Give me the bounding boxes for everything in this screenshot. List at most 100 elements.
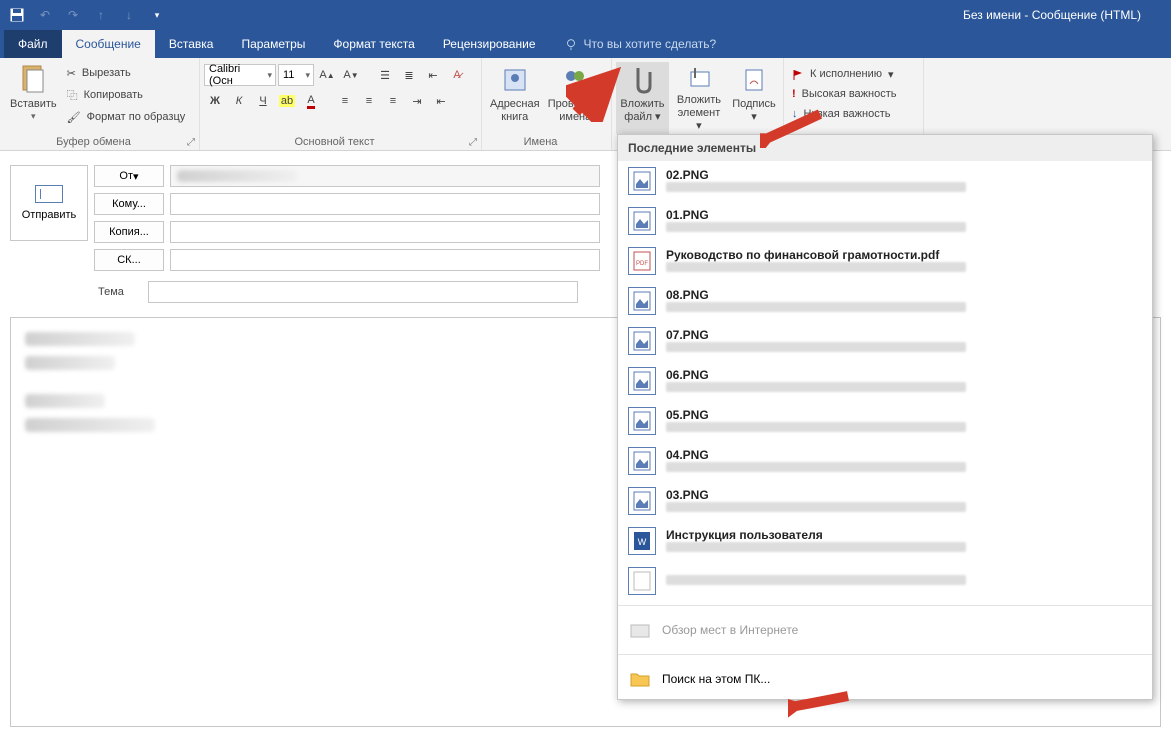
font-name-combo[interactable]: Calibri (Осн — [204, 64, 276, 86]
copy-icon: ⿻ — [67, 87, 78, 103]
cc-input[interactable] — [170, 221, 600, 243]
redo-icon[interactable]: ↷ — [64, 6, 82, 24]
svg-text:PDF: PDF — [636, 261, 648, 267]
flag-icon — [792, 68, 804, 80]
tab-review[interactable]: Рецензирование — [429, 30, 550, 58]
cc-button[interactable]: Копия... — [94, 221, 164, 243]
align-center-button[interactable]: ≡ — [358, 90, 380, 112]
recent-item-path — [666, 575, 966, 587]
grow-font-button[interactable]: A▲ — [316, 64, 338, 86]
recent-item[interactable]: 06.PNG — [618, 361, 1152, 401]
recent-item[interactable]: 03.PNG — [618, 481, 1152, 521]
clipboard-launcher[interactable]: ⤢ — [185, 136, 197, 148]
qat-more-icon[interactable]: ▾ — [148, 6, 166, 24]
high-importance-button[interactable]: !Высокая важность — [788, 84, 919, 104]
annotation-arrow-3 — [788, 688, 858, 728]
bcc-button[interactable]: СК... — [94, 249, 164, 271]
bulb-icon — [564, 37, 578, 51]
save-icon[interactable] — [8, 6, 26, 24]
font-size-combo[interactable]: 11 — [278, 64, 314, 86]
tab-options[interactable]: Параметры — [227, 30, 319, 58]
quick-access-toolbar: ↶ ↷ ↑ ↓ ▾ — [0, 6, 166, 24]
recent-item-path — [666, 502, 966, 514]
up-icon[interactable]: ↑ — [92, 6, 110, 24]
paperclip-icon — [626, 64, 658, 96]
tell-me-text: Что вы хотите сделать? — [584, 37, 717, 51]
recent-item-title: Инструкция пользователя — [666, 528, 966, 542]
recent-item[interactable]: 04.PNG — [618, 441, 1152, 481]
undo-icon[interactable]: ↶ — [36, 6, 54, 24]
subject-input[interactable] — [148, 281, 578, 303]
cut-button[interactable]: ✂Вырезать — [63, 62, 190, 84]
recent-item-title: 08.PNG — [666, 288, 966, 302]
italic-button[interactable]: К — [228, 90, 250, 112]
recent-item-title: 04.PNG — [666, 448, 966, 462]
window-title: Без имени - Сообщение (HTML) — [963, 8, 1141, 22]
recent-items-list: 02.PNG01.PNG PDF Руководство по финансовой… — [618, 161, 1152, 601]
bullets-button[interactable]: ☰ — [374, 64, 396, 86]
send-button[interactable]: Отправить — [10, 165, 88, 241]
to-button[interactable]: Кому... — [94, 193, 164, 215]
recent-item-path — [666, 182, 966, 194]
copy-button[interactable]: ⿻Копировать — [63, 84, 190, 106]
recent-item-path — [666, 542, 966, 554]
clear-format-button[interactable]: A̷ — [446, 64, 468, 86]
group-basictext: Calibri (Осн 11 A▲ A▼ ☰ ≣ ⇤ A̷ Ж К Ч ab … — [200, 58, 482, 150]
align-right-button[interactable]: ≡ — [382, 90, 404, 112]
indent-dec-button[interactable]: ⇤ — [430, 90, 452, 112]
recent-item[interactable]: 07.PNG — [618, 321, 1152, 361]
brush-icon: 🖌 — [67, 111, 81, 124]
recent-item[interactable] — [618, 561, 1152, 601]
bcc-input[interactable] — [170, 249, 600, 271]
recent-item[interactable]: 05.PNG — [618, 401, 1152, 441]
folder-icon — [628, 669, 652, 689]
font-color-button[interactable]: А — [300, 90, 322, 112]
shrink-font-button[interactable]: A▼ — [340, 64, 362, 86]
recent-item[interactable]: W Инструкция пользователя — [618, 521, 1152, 561]
subject-label: Тема — [98, 286, 138, 298]
from-button[interactable]: От ▾ — [94, 165, 164, 187]
attach-item-icon — [683, 64, 715, 92]
address-book-button[interactable]: Адресная книга — [486, 62, 544, 134]
attach-item-button[interactable]: Вложить элемент ▾ — [669, 62, 729, 134]
browse-pc-item[interactable]: Поиск на этом ПК... — [618, 659, 1152, 699]
browse-web-item[interactable]: Обзор мест в Интернете — [618, 610, 1152, 650]
recent-item[interactable]: PDF Руководство по финансовой грамотности… — [618, 241, 1152, 281]
recent-item-path — [666, 342, 966, 354]
attach-file-dropdown: Последние элементы 02.PNG01.PNGPDFРуково… — [617, 134, 1153, 700]
down-icon[interactable]: ↓ — [120, 6, 138, 24]
paste-button[interactable]: Вставить ▾ — [4, 62, 63, 134]
file-type-icon — [628, 407, 656, 435]
recent-item-path — [666, 302, 966, 314]
outdent-button[interactable]: ⇤ — [422, 64, 444, 86]
tab-file[interactable]: Файл — [4, 30, 62, 58]
file-type-icon: PDF — [628, 247, 656, 275]
recent-item-title: Руководство по финансовой грамотности.pd… — [666, 248, 966, 262]
recent-item[interactable]: 01.PNG — [618, 201, 1152, 241]
file-type-icon — [628, 487, 656, 515]
tab-insert[interactable]: Вставка — [155, 30, 228, 58]
recent-item-path — [666, 382, 966, 394]
address-book-icon — [499, 64, 531, 96]
bold-button[interactable]: Ж — [204, 90, 226, 112]
to-input[interactable] — [170, 193, 600, 215]
group-basictext-label: Основной текст — [200, 136, 469, 148]
svg-text:W: W — [638, 537, 647, 547]
indent-inc-button[interactable]: ⇥ — [406, 90, 428, 112]
globe-folder-icon — [628, 620, 652, 640]
tell-me[interactable]: Что вы хотите сделать? — [564, 37, 717, 51]
group-clipboard: Вставить ▾ ✂Вырезать ⿻Копировать 🖌Формат… — [0, 58, 200, 150]
numbering-button[interactable]: ≣ — [398, 64, 420, 86]
recent-item[interactable]: 08.PNG — [618, 281, 1152, 321]
recent-item[interactable]: 02.PNG — [618, 161, 1152, 201]
tab-format[interactable]: Формат текста — [319, 30, 428, 58]
followup-button[interactable]: К исполнению ▾ — [788, 64, 919, 84]
highlight-button[interactable]: ab — [276, 90, 298, 112]
annotation-arrow-2 — [760, 108, 830, 148]
format-painter-button[interactable]: 🖌Формат по образцу — [63, 106, 190, 128]
align-left-button[interactable]: ≡ — [334, 90, 356, 112]
tab-message[interactable]: Сообщение — [62, 30, 155, 58]
underline-button[interactable]: Ч — [252, 90, 274, 112]
recent-item-path — [666, 262, 966, 274]
basictext-launcher[interactable]: ⤢ — [467, 136, 479, 148]
